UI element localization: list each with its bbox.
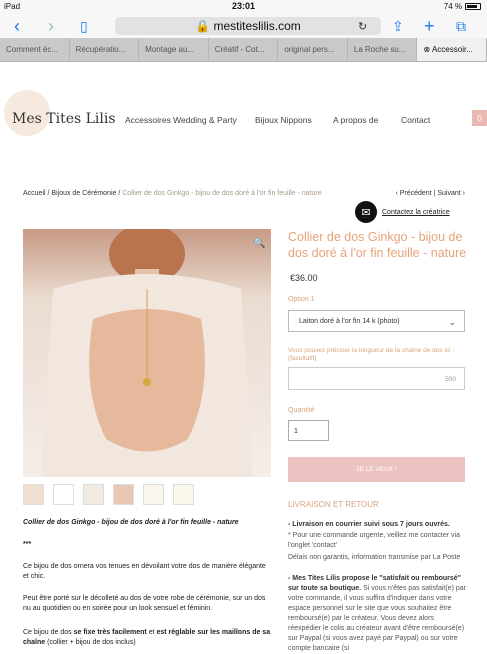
browser-tab[interactable]: La Roche su... (348, 38, 418, 61)
chevron-down-icon: ⌄ (448, 317, 456, 327)
shipping-line: - Mes Tites Lilis propose le "satisfait … (288, 575, 466, 652)
quantity-label: Quantité (288, 407, 315, 414)
battery-status: 74 % (444, 2, 481, 11)
clock: 23:01 (231, 1, 256, 11)
custom-length-input[interactable]: 500 (288, 367, 465, 390)
forward-icon[interactable]: › (48, 16, 54, 36)
description-paragraph: Peut être porté sur le décolleté au dos … (23, 595, 266, 612)
battery-icon (465, 3, 481, 10)
shipping-line: * Pour une commande urgente, veillez me … (288, 532, 460, 549)
browser-tab[interactable]: original pers... (278, 38, 348, 61)
browser-tab[interactable]: Récupératio... (70, 38, 140, 61)
status-bar: iPad 23:01 74 % (0, 0, 487, 14)
product-title: Collier de dos Ginkgo - bijou de dos dor… (288, 230, 467, 260)
product-pager: ‹ Précédent | Suivant › (395, 190, 465, 197)
next-link[interactable]: Suivant › (437, 190, 465, 197)
custom-length-label: Vous pouvez préciser la longueur de la c… (288, 347, 455, 362)
prev-link[interactable]: ‹ Précédent (395, 190, 431, 197)
thumbnail-strip (23, 484, 194, 505)
quantity-input[interactable]: 1 (288, 420, 329, 441)
option-label: Option 1 (288, 296, 315, 303)
shipping-line: Délais non garantis, information transmi… (288, 554, 461, 561)
tabs-icon[interactable]: ⧉ (456, 16, 466, 36)
browser-tab[interactable]: Montage au... (139, 38, 209, 61)
thumbnail[interactable] (143, 484, 164, 505)
breadcrumb-current: Collier de dos Ginkgo - bijou de dos dor… (122, 190, 322, 197)
site-logo-text: Mes Tites Lilis (12, 111, 116, 127)
nav-contact[interactable]: Contact (401, 115, 430, 125)
share-icon[interactable]: ⇪ (392, 16, 404, 36)
reload-icon[interactable]: ↻ (358, 16, 367, 36)
shipping-title: LIVRAISON ET RETOUR (288, 500, 379, 509)
product-photo[interactable] (23, 229, 271, 477)
description-stars: *** (23, 541, 32, 548)
thumbnail[interactable] (173, 484, 194, 505)
browser-tab[interactable]: Créatif - Cot... (209, 38, 279, 61)
breadcrumb-category[interactable]: Bijoux de Cérémonie (51, 190, 116, 197)
thumbnail[interactable] (23, 484, 44, 505)
description-title: Collier de dos Ginkgo - bijou de dos dor… (23, 519, 239, 526)
option-select[interactable]: Laiton doré à l'or fin 14 k (photo) ⌄ (288, 310, 465, 332)
contact-creator-button[interactable]: ✉ Contactez la créatrice (355, 201, 450, 223)
bookmarks-icon[interactable]: ▯ (80, 16, 88, 36)
product-price: €36.00 (290, 273, 318, 283)
nav-bijoux-nippons[interactable]: Bijoux Nippons (255, 115, 312, 125)
browser-toolbar: ‹ › ▯ 🔒 mestiteslilis.com ↻ ⇪ + ⧉ (0, 14, 487, 38)
nav-accessoires[interactable]: Accessoires Wedding & Party (125, 115, 237, 125)
zoom-icon[interactable]: 🔍 (253, 238, 265, 249)
browser-tab-active[interactable]: ⊗ Accessoir... (417, 38, 487, 61)
back-icon[interactable]: ‹ (14, 16, 20, 36)
address-bar[interactable]: 🔒 mestiteslilis.com (115, 17, 381, 35)
thumbnail[interactable] (113, 484, 134, 505)
tab-bar: Comment éc... Récupératio... Montage au.… (0, 38, 487, 62)
breadcrumb-home[interactable]: Accueil (23, 190, 46, 197)
breadcrumb: Accueil / Bijoux de Cérémonie / Collier … (23, 190, 322, 197)
thumbnail[interactable] (83, 484, 104, 505)
description-paragraph: Ce bijou de dos se fixe très facilement … (23, 629, 271, 646)
browser-tab[interactable]: Comment éc... (0, 38, 70, 61)
shipping-line: - Livraison en courrier suivi sous 7 jou… (288, 521, 450, 528)
mail-icon: ✉ (355, 201, 377, 223)
thumbnail[interactable] (53, 484, 74, 505)
cart-icon[interactable]: 0 (472, 110, 487, 126)
new-tab-icon[interactable]: + (424, 16, 435, 36)
nav-a-propos[interactable]: A propos de (333, 115, 378, 125)
description-paragraph: Ce bijou de dos ornera vos tenues en dév… (23, 563, 266, 580)
add-to-cart-button[interactable]: JE LE VEUX ! (288, 457, 465, 482)
